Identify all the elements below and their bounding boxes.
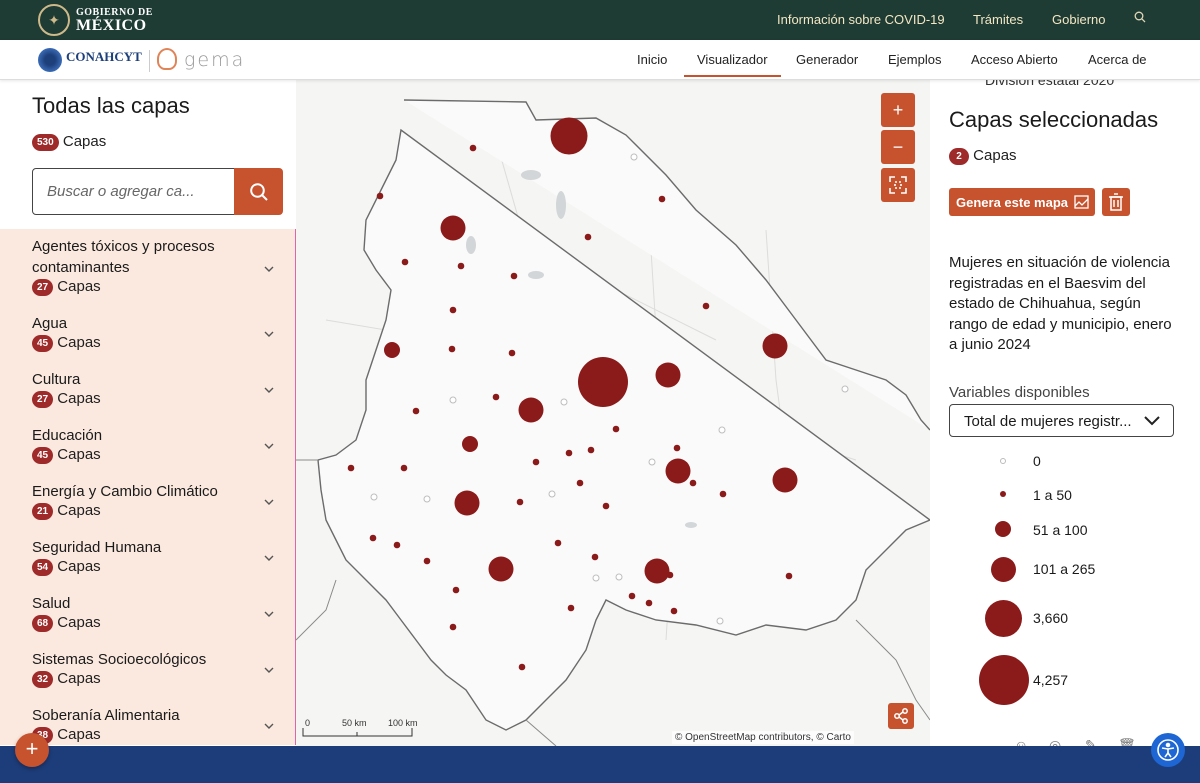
- chevron-down-icon: [264, 331, 274, 337]
- legend-symbol-5: [979, 655, 1029, 705]
- variable-select[interactable]: Total de mujeres registr...: [949, 404, 1174, 437]
- add-layer-fab[interactable]: +: [15, 733, 49, 767]
- nav-ejemplos[interactable]: Ejemplos: [888, 52, 941, 67]
- layer-title: Mujeres en situación de violencia regist…: [949, 254, 1172, 353]
- search-button[interactable]: [234, 168, 283, 215]
- nav-acerca-de[interactable]: Acerca de: [1088, 52, 1147, 67]
- nav-acceso-abierto[interactable]: Acceso Abierto: [971, 52, 1058, 67]
- category-item[interactable]: Agua 45 Capas: [32, 313, 282, 352]
- fit-extent-button[interactable]: [881, 168, 915, 202]
- app-header: CONAHCYT gema Inicio Visualizador Genera…: [0, 40, 1200, 80]
- variables-label: Variables disponibles: [949, 384, 1090, 401]
- chevron-down-icon: [264, 723, 274, 729]
- category-item[interactable]: Soberanía Alimentaria 38 Capas: [32, 705, 282, 744]
- site-footer: [0, 746, 1200, 783]
- state-boundary: [317, 99, 930, 731]
- category-list: Agentes tóxicos y procesos contaminantes…: [0, 229, 296, 745]
- legend-label: 101 a 265: [1033, 561, 1096, 577]
- count-badge: 530: [32, 133, 59, 151]
- chevron-down-icon: [264, 266, 274, 272]
- gov-seal-icon[interactable]: ✦: [38, 4, 70, 36]
- trash-icon: [1109, 193, 1123, 211]
- accessibility-icon: [1157, 739, 1179, 761]
- category-item[interactable]: Salud 68 Capas: [32, 593, 282, 632]
- legend-symbol-3: [991, 557, 1016, 582]
- category-item[interactable]: Cultura 27 Capas: [32, 369, 282, 408]
- map-scale: 0 50 km 100 km: [302, 718, 422, 742]
- gov-nav-gobierno[interactable]: Gobierno: [1052, 12, 1105, 27]
- chevron-down-icon: [264, 499, 274, 505]
- category-item[interactable]: Sistemas Socioecológicos 32 Capas: [32, 649, 282, 688]
- search-input[interactable]: Buscar o agregar ca...: [32, 168, 235, 215]
- gov-logo-text[interactable]: GOBIERNO DE MÉXICO: [76, 6, 153, 34]
- delete-layers-button[interactable]: [1102, 188, 1130, 216]
- logo-divider: [149, 50, 150, 72]
- legend-symbol-4: [985, 600, 1022, 637]
- legend-label: 4,257: [1033, 672, 1069, 688]
- category-item[interactable]: Agentes tóxicos y procesos contaminantes…: [32, 236, 282, 296]
- all-layers-title: Todas las capas: [32, 93, 190, 118]
- chevron-down-icon: [264, 611, 274, 617]
- conahcyt-logo-text[interactable]: CONAHCYT: [66, 49, 142, 65]
- gema-logo-text[interactable]: gema: [184, 49, 245, 71]
- map-attribution[interactable]: © OpenStreetMap contributors, © Carto: [672, 731, 854, 744]
- legend-symbol-0: [1000, 458, 1006, 464]
- image-icon: [1074, 195, 1089, 209]
- nav-visualizador[interactable]: Visualizador: [684, 52, 781, 77]
- legend-label: 0: [1033, 453, 1041, 469]
- category-item[interactable]: Energía y Cambio Climático 21 Capas: [32, 481, 282, 520]
- legend-label: 1 a 50: [1033, 487, 1072, 503]
- share-map-button[interactable]: [888, 703, 914, 729]
- expand-icon: [889, 176, 907, 194]
- gov-header: ✦ GOBIERNO DE MÉXICO Información sobre C…: [0, 0, 1200, 40]
- chevron-down-icon: [1144, 416, 1160, 426]
- chevron-down-icon: [264, 667, 274, 673]
- legend-label: 51 a 100: [1033, 522, 1088, 538]
- map-canvas[interactable]: + − 0 50 km 100 km © OpenStreetMap contr…: [296, 80, 930, 746]
- gov-nav-tramites[interactable]: Trámites: [973, 12, 1023, 27]
- zoom-out-button[interactable]: −: [881, 130, 915, 164]
- category-item[interactable]: Educación 45 Capas: [32, 425, 282, 464]
- nav-inicio[interactable]: Inicio: [637, 52, 667, 67]
- generate-map-button[interactable]: Genera este mapa: [949, 188, 1095, 216]
- legend-symbol-2: [995, 521, 1011, 537]
- chevron-down-icon: [264, 387, 274, 393]
- category-item[interactable]: Seguridad Humana 54 Capas: [32, 537, 282, 576]
- chevron-down-icon: [264, 555, 274, 561]
- map-svg: [296, 99, 930, 746]
- selected-layers-title: Capas seleccionadas: [949, 107, 1159, 132]
- nav-generador[interactable]: Generador: [796, 52, 858, 67]
- gema-logo-icon[interactable]: [157, 48, 177, 70]
- total-layers-count: 530 Capas: [32, 133, 106, 151]
- share-icon: [894, 708, 908, 724]
- search-icon: [249, 182, 268, 201]
- search-icon[interactable]: [1134, 11, 1146, 26]
- gov-nav-covid[interactable]: Información sobre COVID-19: [777, 12, 945, 27]
- accessibility-button[interactable]: [1151, 733, 1185, 767]
- chevron-down-icon: [264, 443, 274, 449]
- zoom-in-button[interactable]: +: [881, 93, 915, 127]
- conahcyt-logo-icon[interactable]: [38, 48, 62, 72]
- selected-layers-count: 2 Capas: [949, 147, 1017, 165]
- legend-symbol-1: [1000, 491, 1006, 497]
- legend-label: 3,660: [1033, 610, 1069, 626]
